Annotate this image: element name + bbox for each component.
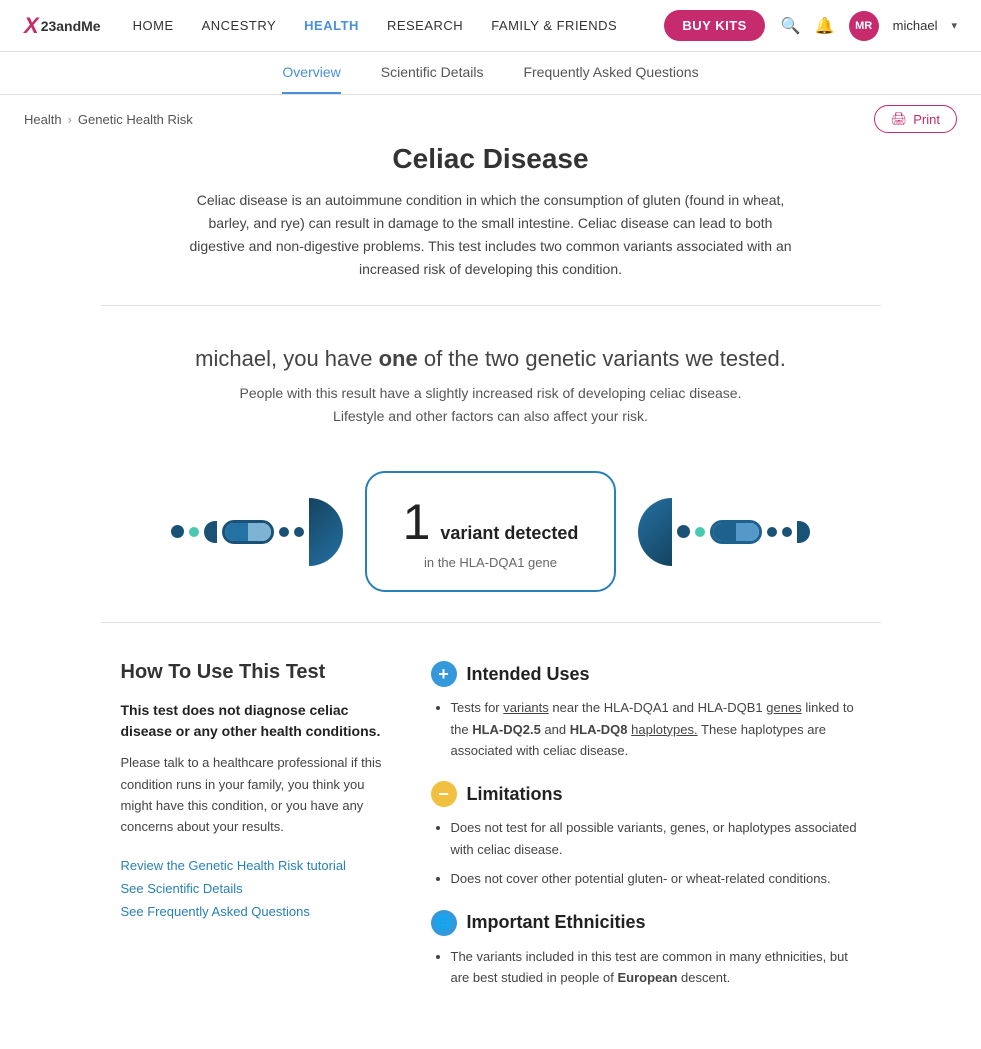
nav-ancestry[interactable]: ANCESTRY bbox=[202, 18, 277, 33]
para-talk: Please talk to a healthcare professional… bbox=[121, 752, 391, 838]
nav-links: HOME ANCESTRY HEALTH RESEARCH FAMILY & F… bbox=[133, 18, 665, 33]
intended-uses-section: + Intended Uses Tests for variants near … bbox=[431, 661, 861, 761]
result-statement: michael, you have one of the two genetic… bbox=[121, 346, 861, 372]
user-name[interactable]: michael bbox=[893, 18, 938, 33]
divider-1 bbox=[101, 305, 881, 306]
variant-label: variant detected bbox=[440, 523, 578, 543]
link-faq[interactable]: See Frequently Asked Questions bbox=[121, 904, 391, 919]
sub-nav: Overview Scientific Details Frequently A… bbox=[0, 52, 981, 95]
print-icon: 🖨 bbox=[891, 111, 908, 127]
variant-visualization: 1 variant detected in the HLA-DQA1 gene bbox=[121, 471, 861, 592]
intro-text: Celiac disease is an autoimmune conditio… bbox=[181, 189, 801, 281]
limitations-list: Does not test for all possible variants,… bbox=[431, 817, 861, 889]
variant-count-line: 1 variant detected bbox=[403, 493, 579, 551]
chevron-down-icon: ▾ bbox=[951, 19, 957, 32]
avatar: MR bbox=[849, 11, 879, 41]
how-to-use-heading: How To Use This Test bbox=[121, 661, 391, 684]
link-scientific[interactable]: See Scientific Details bbox=[121, 881, 391, 896]
nav-icons: 🔍 🔔 MR michael ▾ bbox=[781, 11, 957, 41]
breadcrumb-parent[interactable]: Health bbox=[24, 112, 62, 127]
dot-teal-1 bbox=[189, 527, 199, 537]
intended-uses-item-1: Tests for variants near the HLA-DQA1 and… bbox=[451, 697, 861, 761]
dot-dark-1 bbox=[171, 525, 184, 538]
breadcrumb: Health › Genetic Health Risk bbox=[24, 112, 193, 127]
limitations-item-1: Does not test for all possible variants,… bbox=[451, 817, 861, 860]
lower-section: How To Use This Test This test does not … bbox=[121, 651, 861, 1009]
left-links: Review the Genetic Health Risk tutorial … bbox=[121, 858, 391, 919]
intended-uses-list: Tests for variants near the HLA-DQA1 and… bbox=[431, 697, 861, 761]
globe-icon: 🌐 bbox=[431, 910, 457, 936]
viz-right-group bbox=[638, 498, 810, 566]
variant-number: 1 bbox=[403, 494, 431, 550]
limitations-section: − Limitations Does not test for all poss… bbox=[431, 781, 861, 889]
dot-dark-r1 bbox=[677, 525, 690, 538]
lower-left: How To Use This Test This test does not … bbox=[121, 661, 391, 1009]
ethnicities-section: 🌐 Important Ethnicities The variants inc… bbox=[431, 910, 861, 989]
result-section: michael, you have one of the two genetic… bbox=[121, 330, 861, 461]
chrom-right bbox=[710, 520, 762, 544]
bold-warning: This test does not diagnose celiac disea… bbox=[121, 700, 391, 742]
half-circle-small-left bbox=[204, 521, 217, 543]
nav-home[interactable]: HOME bbox=[133, 18, 174, 33]
dot-teal-r1 bbox=[695, 527, 705, 537]
result-sub-text: People with this result have a slightly … bbox=[231, 382, 751, 427]
plus-icon: + bbox=[431, 661, 457, 687]
intended-uses-heading: + Intended Uses bbox=[431, 661, 861, 687]
chrom-left bbox=[222, 520, 274, 544]
limitations-item-2: Does not cover other potential gluten- o… bbox=[451, 868, 861, 889]
ethnicities-item-1: The variants included in this test are c… bbox=[451, 946, 861, 989]
dot-dark-3 bbox=[294, 527, 304, 537]
variant-card: 1 variant detected in the HLA-DQA1 gene bbox=[365, 471, 617, 592]
dot-dark-r3 bbox=[782, 527, 792, 537]
logo-x-icon: X bbox=[24, 13, 39, 39]
top-nav: X 23andMe HOME ANCESTRY HEALTH RESEARCH … bbox=[0, 0, 981, 52]
lower-right: + Intended Uses Tests for variants near … bbox=[431, 661, 861, 1009]
variant-gene: in the HLA-DQA1 gene bbox=[403, 555, 579, 570]
dot-dark-r2 bbox=[767, 527, 777, 537]
main-content: Celiac Disease Celiac disease is an auto… bbox=[101, 143, 881, 1049]
link-tutorial[interactable]: Review the Genetic Health Risk tutorial bbox=[121, 858, 391, 873]
logo-name: 23andMe bbox=[41, 18, 101, 34]
big-semi-right bbox=[309, 498, 343, 566]
nav-health[interactable]: HEALTH bbox=[304, 18, 359, 33]
ethnicities-label: Important Ethnicities bbox=[467, 912, 646, 933]
ethnicities-list: The variants included in this test are c… bbox=[431, 946, 861, 989]
big-semi-left bbox=[638, 498, 672, 566]
limitations-label: Limitations bbox=[467, 784, 563, 805]
half-circle-small-right bbox=[797, 521, 810, 543]
nav-research[interactable]: RESEARCH bbox=[387, 18, 463, 33]
tab-faq[interactable]: Frequently Asked Questions bbox=[523, 52, 698, 94]
print-button[interactable]: 🖨 Print bbox=[874, 105, 957, 133]
buy-kits-button[interactable]: BUY KITS bbox=[664, 10, 764, 41]
breadcrumb-current: Genetic Health Risk bbox=[78, 112, 193, 127]
minus-icon: − bbox=[431, 781, 457, 807]
intended-uses-label: Intended Uses bbox=[467, 664, 590, 685]
breadcrumb-bar: Health › Genetic Health Risk 🖨 Print bbox=[0, 95, 981, 143]
divider-2 bbox=[101, 622, 881, 623]
bell-icon[interactable]: 🔔 bbox=[815, 16, 835, 36]
tab-scientific-details[interactable]: Scientific Details bbox=[381, 52, 484, 94]
search-icon[interactable]: 🔍 bbox=[781, 16, 801, 36]
logo[interactable]: X 23andMe bbox=[24, 13, 101, 39]
breadcrumb-separator: › bbox=[68, 112, 72, 127]
limitations-heading: − Limitations bbox=[431, 781, 861, 807]
viz-left-group bbox=[171, 498, 343, 566]
nav-family[interactable]: FAMILY & FRIENDS bbox=[491, 18, 617, 33]
tab-overview[interactable]: Overview bbox=[282, 52, 340, 94]
ethnicities-heading: 🌐 Important Ethnicities bbox=[431, 910, 861, 936]
page-title: Celiac Disease bbox=[121, 143, 861, 175]
dot-dark-2 bbox=[279, 527, 289, 537]
